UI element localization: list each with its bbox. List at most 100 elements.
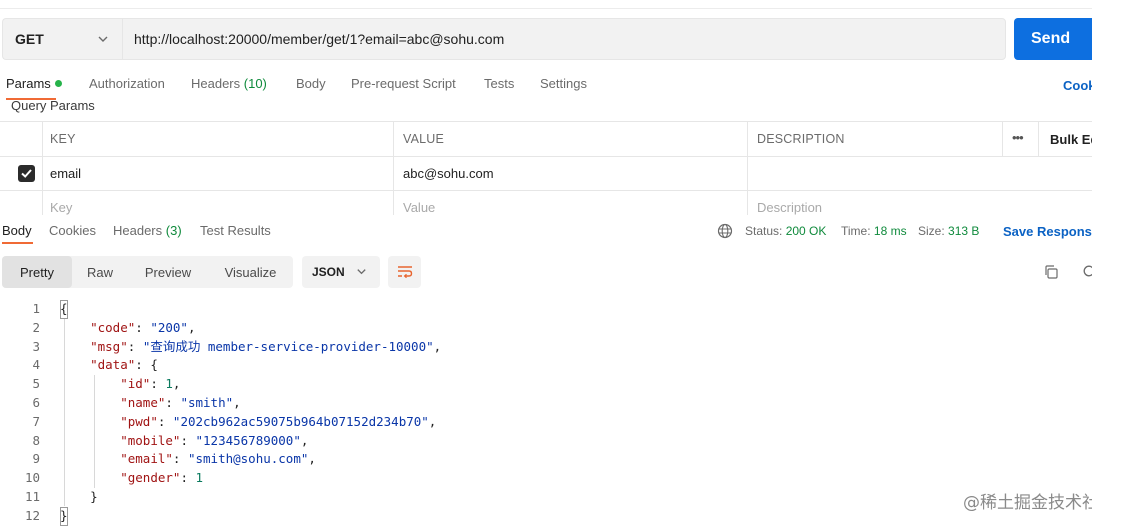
- bulk-edit-button[interactable]: Bulk Ed: [1050, 132, 1092, 147]
- param-enabled-checkbox[interactable]: [18, 165, 35, 182]
- table-divider: [0, 156, 1092, 157]
- code-text: "gender": 1: [120, 470, 204, 486]
- copy-icon[interactable]: [1043, 264, 1059, 280]
- response-tab-cookies[interactable]: Cookies: [49, 223, 96, 238]
- code-line: 1{: [0, 300, 1092, 319]
- active-response-tab-underline: [2, 242, 33, 244]
- code-line: 5 "id": 1,: [0, 375, 1092, 394]
- method-label: GET: [15, 31, 44, 47]
- column-divider: [1002, 121, 1003, 156]
- line-number: 1: [32, 301, 40, 316]
- watermark: @稀土掘金技术社区: [963, 493, 1092, 513]
- tab-label: Test Results: [200, 223, 271, 238]
- send-button[interactable]: Send: [1014, 18, 1092, 60]
- code-line: 11 }: [0, 488, 1092, 507]
- save-response-button[interactable]: Save Response: [1003, 224, 1092, 239]
- size-value: 313 B: [948, 224, 980, 238]
- tab-label: Headers: [191, 76, 241, 91]
- time-value: 18 ms: [873, 224, 907, 238]
- tab-label: Settings: [540, 76, 587, 91]
- line-number: 12: [24, 507, 40, 523]
- tab-label: Cookies: [49, 223, 96, 238]
- tab-pre-request-script[interactable]: Pre-request Script: [351, 76, 456, 91]
- send-label: Send: [1031, 30, 1071, 47]
- column-divider: [1038, 121, 1039, 156]
- table-divider: [0, 121, 1092, 122]
- format-select[interactable]: JSON: [302, 256, 380, 288]
- code-text: "email": "smith@sohu.com",: [120, 451, 316, 467]
- time-readout[interactable]: Time: 18 ms: [841, 224, 907, 238]
- search-icon[interactable]: [1082, 264, 1092, 280]
- table-divider: [0, 190, 1092, 191]
- params-active-dot: [54, 80, 62, 87]
- tab-label: Tests: [484, 76, 515, 91]
- line-number: 8: [32, 432, 40, 448]
- wrap-lines-button[interactable]: [388, 256, 421, 288]
- tab-label: Authorization: [89, 76, 165, 91]
- code-text: "name": "smith",: [120, 394, 241, 410]
- response-tab-body[interactable]: Body: [2, 223, 32, 238]
- view-raw-button[interactable]: Raw: [72, 256, 128, 288]
- checkmark-icon: [21, 169, 32, 178]
- tab-label: Pre-request Script: [351, 76, 456, 91]
- code-text: "pwd": "202cb962ac59075b964b07152d234b70…: [120, 413, 437, 429]
- tab-headers[interactable]: Headers (10): [191, 76, 267, 91]
- line-number: 7: [32, 413, 40, 429]
- tab-params[interactable]: Params: [6, 76, 62, 91]
- new-description-input[interactable]: Description: [757, 200, 822, 215]
- code-text: {: [60, 300, 68, 319]
- more-options-button[interactable]: •••: [1012, 130, 1024, 145]
- tab-body[interactable]: Body: [296, 76, 326, 91]
- view-visualize-button[interactable]: Visualize: [208, 256, 293, 288]
- tab-label: Headers: [113, 223, 163, 238]
- code-line: 9 "email": "smith@sohu.com",: [0, 450, 1092, 469]
- status-readout[interactable]: Status: 200 OK: [745, 224, 826, 238]
- new-key-input[interactable]: Key: [50, 200, 72, 215]
- line-number: 2: [32, 319, 40, 335]
- time-label: Time:: [841, 224, 871, 238]
- line-number: 3: [32, 338, 40, 354]
- code-text: "data": {: [90, 357, 158, 373]
- column-divider: [747, 121, 748, 215]
- param-key-cell[interactable]: email: [50, 166, 81, 181]
- tab-settings[interactable]: Settings: [540, 76, 587, 91]
- status-label: Status:: [745, 224, 783, 238]
- line-number: 6: [32, 394, 40, 410]
- tab-count: (3): [165, 223, 182, 238]
- view-pretty-button[interactable]: Pretty: [2, 256, 72, 288]
- size-readout[interactable]: Size: 313 B: [918, 224, 979, 238]
- globe-icon[interactable]: [717, 223, 733, 239]
- chevron-down-icon: [357, 269, 366, 275]
- url-input[interactable]: http://localhost:20000/member/get/1?emai…: [122, 18, 1006, 60]
- column-divider: [393, 121, 394, 215]
- code-line: 8 "mobile": "123456789000",: [0, 432, 1092, 451]
- code-line: 2 "code": "200",: [0, 319, 1092, 338]
- code-line: 7 "pwd": "202cb962ac59075b964b07152d234b…: [0, 413, 1092, 432]
- code-text: }: [60, 506, 68, 526]
- response-tab-headers[interactable]: Headers (3): [113, 223, 182, 238]
- response-tab-test-results[interactable]: Test Results: [200, 223, 271, 238]
- tab-label: Params: [6, 76, 51, 91]
- column-header-key: KEY: [50, 132, 76, 146]
- status-value: 200 OK: [785, 224, 827, 238]
- param-value-cell[interactable]: abc@sohu.com: [403, 166, 494, 181]
- view-preview-button[interactable]: Preview: [128, 256, 208, 288]
- line-number: 4: [32, 357, 40, 373]
- size-label: Size:: [918, 224, 945, 238]
- response-body-viewer[interactable]: 1{2 "code": "200", 3 "msg": "查询成功 member-…: [0, 300, 1092, 526]
- format-label: JSON: [312, 265, 345, 279]
- tab-label: Body: [2, 223, 32, 238]
- top-divider: [0, 8, 1092, 9]
- method-select[interactable]: GET: [2, 18, 122, 60]
- new-value-input[interactable]: Value: [403, 200, 435, 215]
- chevron-down-icon: [98, 36, 108, 42]
- code-line: 10 "gender": 1: [0, 469, 1092, 488]
- code-text: "mobile": "123456789000",: [120, 432, 309, 448]
- tab-authorization[interactable]: Authorization: [89, 76, 165, 91]
- line-number: 11: [24, 488, 40, 504]
- code-text: "code": "200",: [90, 319, 196, 335]
- column-header-description: DESCRIPTION: [757, 132, 845, 146]
- tab-label: Body: [296, 76, 326, 91]
- tab-tests[interactable]: Tests: [484, 76, 514, 91]
- cookies-link[interactable]: Cook: [1063, 78, 1092, 93]
